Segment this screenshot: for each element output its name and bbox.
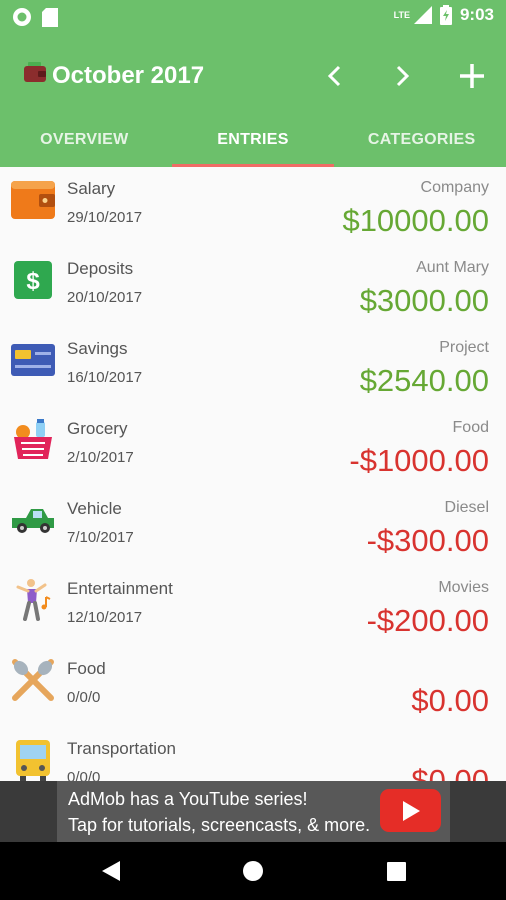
header: LTE 9:03 October 2017 OVERVIEW ENTRIES C… [0, 0, 506, 167]
battery-icon [439, 5, 452, 25]
bus-icon [10, 737, 56, 781]
entry-date: 7/10/2017 [67, 529, 134, 546]
entry-amount: $0.00 [411, 763, 489, 781]
wallet-logo-icon [24, 62, 46, 82]
svg-text:$: $ [26, 268, 40, 295]
add-entry-button[interactable] [450, 54, 494, 98]
entry-subcategory: Company [420, 179, 489, 196]
wallet-icon [10, 177, 56, 223]
entry-row-vehicle[interactable]: Vehicle 7/10/2017 Diesel -$300.00 [0, 487, 506, 567]
next-month-button[interactable] [381, 54, 425, 98]
entry-row-salary[interactable]: Salary 29/10/2017 Company $10000.00 [0, 167, 506, 247]
utensils-icon [10, 657, 56, 703]
home-circle-icon [243, 861, 263, 881]
tab-categories[interactable]: CATEGORIES [337, 112, 506, 167]
notification-circle-icon [13, 8, 31, 26]
sd-card-icon [42, 7, 58, 27]
entry-name: Savings [67, 339, 128, 358]
previous-month-button[interactable] [312, 54, 356, 98]
status-bar: LTE 9:03 [0, 0, 506, 32]
chevron-right-icon [396, 65, 410, 87]
entry-subcategory: Project [439, 339, 489, 356]
entry-amount: -$1000.00 [349, 443, 489, 478]
tab-entries[interactable]: ENTRIES [169, 112, 338, 167]
dancer-icon [10, 577, 56, 623]
entry-subcategory: Diesel [444, 499, 489, 516]
home-button[interactable] [238, 856, 268, 886]
entry-row-deposits[interactable]: $ Deposits 20/10/2017 Aunt Mary $3000.00 [0, 247, 506, 327]
signal-icon [413, 6, 432, 24]
card-icon [10, 337, 56, 383]
entry-date: 0/0/0 [67, 689, 101, 706]
entry-name: Salary [67, 179, 116, 198]
entry-amount: $0.00 [411, 683, 489, 718]
entry-name: Deposits [67, 259, 134, 278]
car-icon [10, 497, 56, 543]
play-icon [402, 800, 420, 821]
dollar-icon: $ [10, 257, 56, 303]
status-time: 9:03 [459, 5, 494, 24]
ad-banner[interactable]: AdMob has a YouTube series! Tap for tuto… [0, 781, 506, 842]
entry-date: 0/0/0 [67, 769, 101, 781]
system-nav-bar [0, 842, 506, 900]
entry-row-entertainment[interactable]: Entertainment 12/10/2017 Movies -$200.00 [0, 567, 506, 647]
tab-overview[interactable]: OVERVIEW [0, 112, 169, 167]
entry-row-transportation[interactable]: Transportation 0/0/0 $0.00 [0, 727, 506, 781]
recents-button[interactable] [381, 856, 411, 886]
app-bar: October 2017 [0, 40, 506, 112]
ad-text-line2: Tap for tutorials, screencasts, & more. [68, 815, 371, 835]
entry-name: Food [67, 659, 106, 678]
entry-amount: $3000.00 [359, 283, 489, 318]
entry-name: Grocery [67, 419, 128, 438]
entry-amount: -$300.00 [366, 523, 489, 558]
entry-subcategory: Food [452, 419, 489, 436]
ad-text-line1: AdMob has a YouTube series! [68, 789, 308, 809]
entry-subcategory: Aunt Mary [416, 259, 489, 276]
entry-date: 2/10/2017 [67, 449, 134, 466]
entry-date: 20/10/2017 [67, 289, 143, 306]
entry-row-food[interactable]: Food 0/0/0 $0.00 [0, 647, 506, 727]
month-title: October 2017 [52, 62, 205, 89]
entry-row-grocery[interactable]: Grocery 2/10/2017 Food -$1000.00 [0, 407, 506, 487]
entry-amount: $10000.00 [342, 203, 489, 238]
app-screen: LTE 9:03 October 2017 OVERVIEW ENTRIES C… [0, 0, 506, 900]
entry-date: 12/10/2017 [67, 609, 143, 626]
entry-subcategory: Movies [438, 579, 489, 596]
entry-amount: $2540.00 [359, 363, 489, 398]
entry-date: 29/10/2017 [67, 209, 143, 226]
youtube-play-button[interactable] [380, 789, 441, 832]
ad-content[interactable]: AdMob has a YouTube series! Tap for tuto… [57, 781, 450, 842]
back-button[interactable] [96, 856, 126, 886]
recents-square-icon [386, 861, 406, 881]
entry-name: Entertainment [67, 579, 173, 598]
chevron-left-icon [327, 65, 341, 87]
entry-name: Transportation [67, 739, 176, 758]
basket-icon [10, 417, 56, 463]
tab-bar: OVERVIEW ENTRIES CATEGORIES [0, 112, 506, 167]
back-triangle-icon [102, 861, 120, 881]
entry-name: Vehicle [67, 499, 122, 518]
entry-date: 16/10/2017 [67, 369, 143, 386]
entry-row-savings[interactable]: Savings 16/10/2017 Project $2540.00 [0, 327, 506, 407]
entries-list: Salary 29/10/2017 Company $10000.00 $ De… [0, 167, 506, 781]
plus-icon [460, 64, 484, 88]
entry-amount: -$200.00 [366, 603, 489, 638]
network-label: LTE [393, 10, 410, 20]
